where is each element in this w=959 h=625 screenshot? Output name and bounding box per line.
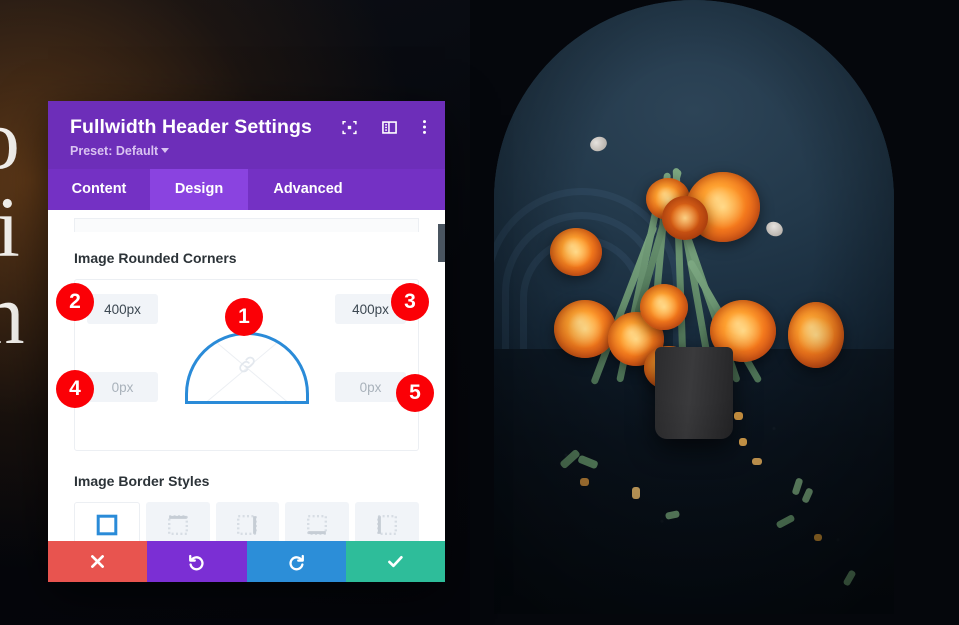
modal-header: Fullwidth Header Settings Preset: Defaul… bbox=[48, 101, 445, 169]
settings-scrollbar[interactable] bbox=[438, 210, 445, 541]
hero-heading-line-1: lo bbox=[0, 95, 24, 184]
rounded-corners-label: Image Rounded Corners bbox=[74, 250, 237, 266]
border-styles-options bbox=[74, 502, 419, 541]
focus-icon[interactable] bbox=[342, 120, 357, 135]
chevron-down-icon bbox=[161, 148, 170, 153]
tab-content[interactable]: Content bbox=[48, 169, 150, 210]
callout-badge-4: 4 bbox=[56, 370, 94, 408]
border-style-bottom[interactable] bbox=[285, 502, 350, 541]
arch-photo bbox=[494, 0, 894, 614]
preset-selector[interactable]: Preset: Default bbox=[70, 144, 427, 158]
modal-header-icon-group bbox=[342, 116, 427, 135]
modal-body: Image Rounded Corners 400px 400px 0px 0p… bbox=[48, 210, 445, 541]
undo-button[interactable] bbox=[147, 541, 247, 582]
hero-heading: lo vi rn bbox=[0, 95, 25, 363]
border-style-top[interactable] bbox=[145, 502, 210, 541]
preset-label: Preset: Default bbox=[70, 144, 159, 158]
hero-heading-line-3: rn bbox=[0, 266, 25, 363]
settings-scroll-area: Image Rounded Corners 400px 400px 0px 0p… bbox=[48, 210, 445, 541]
more-options-icon[interactable] bbox=[422, 119, 427, 135]
modal-footer bbox=[48, 541, 445, 582]
tab-design[interactable]: Design bbox=[150, 169, 248, 210]
photo-vignette bbox=[494, 0, 894, 614]
cancel-button[interactable] bbox=[48, 541, 148, 582]
callout-badge-5: 5 bbox=[396, 374, 434, 412]
callout-badge-2: 2 bbox=[56, 283, 94, 321]
layout-panel-icon[interactable] bbox=[382, 120, 397, 135]
border-styles-label: Image Border Styles bbox=[74, 473, 210, 489]
border-style-all[interactable] bbox=[74, 502, 140, 541]
tab-advanced[interactable]: Advanced bbox=[248, 169, 368, 210]
scrollbar-thumb[interactable] bbox=[438, 224, 445, 262]
bottom-right-corner-input[interactable]: 0px bbox=[335, 372, 406, 402]
callout-badge-3: 3 bbox=[391, 283, 429, 321]
modal-tab-bar: Content Design Advanced bbox=[48, 169, 445, 210]
fullwidth-header-settings-modal: Fullwidth Header Settings Preset: Defaul… bbox=[48, 101, 445, 582]
bottom-left-corner-input[interactable]: 0px bbox=[87, 372, 158, 402]
modal-title: Fullwidth Header Settings bbox=[70, 116, 312, 138]
redo-button[interactable] bbox=[246, 541, 346, 582]
previous-setting-partial bbox=[74, 218, 419, 232]
callout-badge-1: 1 bbox=[225, 298, 263, 336]
border-style-left[interactable] bbox=[355, 502, 419, 541]
hero-heading-line-2: vi bbox=[0, 178, 20, 275]
border-style-right[interactable] bbox=[215, 502, 280, 541]
arch-photo-container bbox=[494, 0, 894, 614]
top-left-corner-input[interactable]: 400px bbox=[87, 294, 158, 324]
save-button[interactable] bbox=[345, 541, 445, 582]
